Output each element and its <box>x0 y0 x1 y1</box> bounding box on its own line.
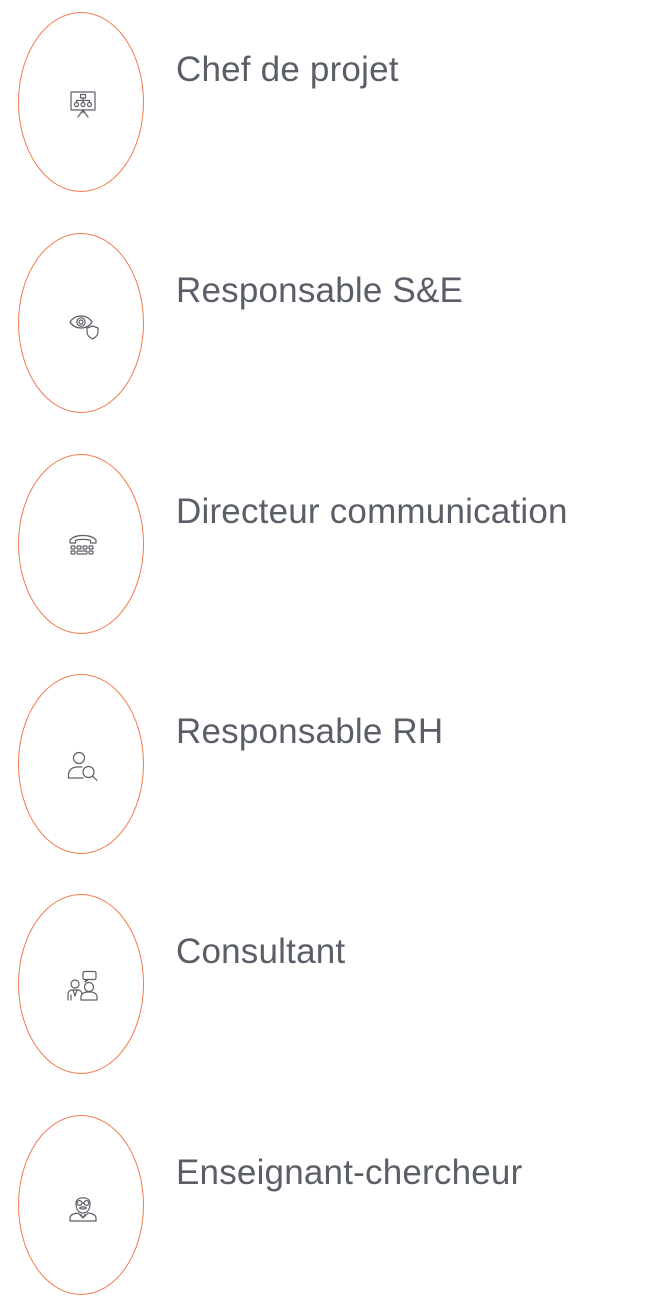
role-label: Responsable S&E <box>176 271 464 310</box>
roles-list: Chef de projet Responsable S&E Directeur… <box>0 0 646 1296</box>
role-icon-badge <box>18 454 144 634</box>
role-item-responsable-se: Responsable S&E <box>0 221 646 421</box>
user-search-icon <box>67 751 98 782</box>
role-label: Directeur communication <box>176 492 568 531</box>
role-label: Responsable RH <box>176 712 444 751</box>
role-icon-badge <box>18 894 144 1074</box>
role-icon-badge <box>18 12 144 192</box>
role-item-enseignant-chercheur: Enseignant-chercheur <box>0 1103 646 1296</box>
role-label: Chef de projet <box>176 50 399 89</box>
professor-icon <box>69 1197 97 1222</box>
consultant-chat-icon <box>67 970 98 1001</box>
role-item-directeur-communication: Directeur communication <box>0 442 646 642</box>
eye-shield-icon <box>69 315 99 340</box>
role-icon-badge <box>18 233 144 413</box>
role-icon-badge <box>18 1115 144 1295</box>
role-icon-badge <box>18 674 144 854</box>
role-item-responsable-rh: Responsable RH <box>0 662 646 862</box>
role-label: Enseignant-chercheur <box>176 1153 523 1192</box>
role-item-chef-de-projet: Chef de projet <box>0 0 646 200</box>
role-label: Consultant <box>176 932 346 971</box>
telephone-icon <box>69 534 97 555</box>
presentation-org-chart-icon <box>70 91 96 118</box>
role-item-consultant: Consultant <box>0 882 646 1082</box>
